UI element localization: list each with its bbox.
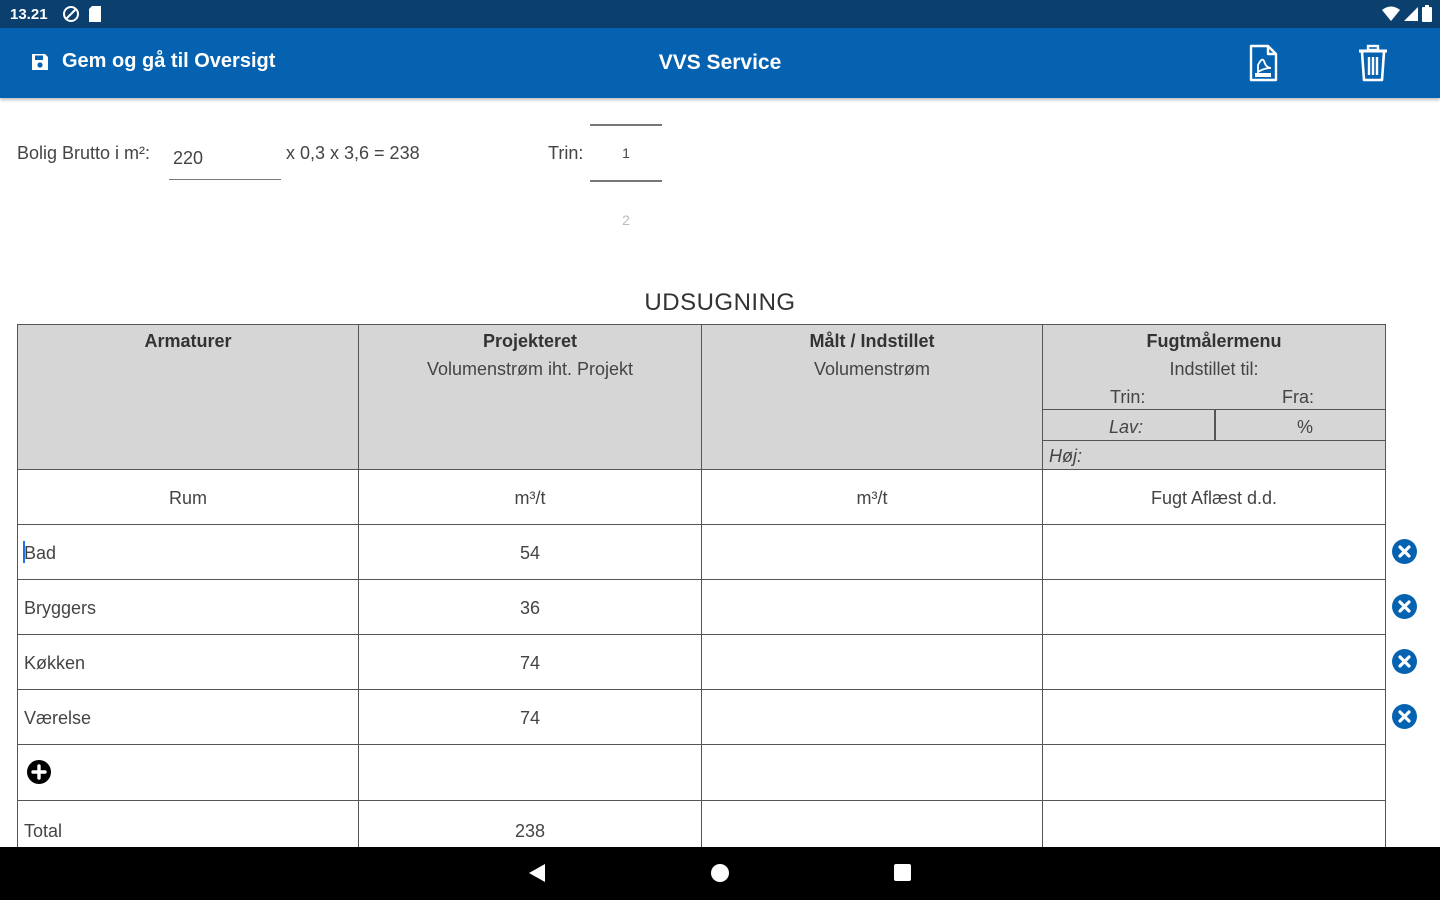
row-rum: Værelse xyxy=(24,708,92,728)
battery-icon xyxy=(1422,5,1432,22)
pdf-button[interactable] xyxy=(1246,44,1280,82)
unit-rum: Rum xyxy=(17,469,359,525)
delete-button[interactable] xyxy=(1356,44,1390,82)
unit-projekteret: m³/t xyxy=(358,469,702,525)
table-row-maalt-cell[interactable] xyxy=(701,524,1043,580)
table-row-projekteret-cell[interactable]: 54 xyxy=(358,524,702,580)
table-row-fugt-cell[interactable] xyxy=(1042,524,1386,580)
save-and-overview-button[interactable]: Gem og gå til Oversigt xyxy=(30,50,275,73)
row-rum: Bryggers xyxy=(24,598,97,618)
add-row-empty-cell xyxy=(358,744,702,801)
table-row-projekteret-cell[interactable]: 74 xyxy=(358,689,702,745)
recent-apps-icon[interactable] xyxy=(894,864,911,881)
fugt-vertical-divider xyxy=(1214,410,1216,440)
unit-maalt-text: m³/t xyxy=(856,488,888,508)
save-label: Gem og gå til Oversigt xyxy=(62,50,276,72)
udsugning-table: Armaturer Projekteret Volumenstrøm iht. … xyxy=(17,324,1386,860)
trin-next-value[interactable]: 2 xyxy=(590,212,662,228)
pdf-icon xyxy=(1249,44,1278,82)
total-label: Total xyxy=(24,821,63,841)
header-projekteret-sub: Volumenstrøm iht. Projekt xyxy=(426,359,634,379)
unit-rum-text: Rum xyxy=(168,488,207,508)
add-row-empty-cell xyxy=(1042,744,1386,801)
table-row-rum-cell[interactable]: Bad xyxy=(17,524,359,580)
delete-row-icon[interactable] xyxy=(1391,648,1418,675)
row-rum: Bad xyxy=(24,543,57,563)
trin-number-picker[interactable]: 1 xyxy=(590,124,662,182)
signal-icon xyxy=(1404,6,1418,21)
table-row-projekteret-cell[interactable]: 36 xyxy=(358,579,702,635)
unit-projekteret-text: m³/t xyxy=(514,488,546,508)
table-row-maalt-cell[interactable] xyxy=(701,634,1043,690)
status-right-icons xyxy=(1382,5,1432,22)
table-row-fugt-cell[interactable] xyxy=(1042,634,1386,690)
row-projekteret: 74 xyxy=(519,708,541,728)
add-row-button[interactable] xyxy=(26,759,52,785)
total-projekteret: 238 xyxy=(514,821,546,841)
home-icon[interactable] xyxy=(711,864,729,882)
table-row-fugt-cell[interactable] xyxy=(1042,579,1386,635)
data-saver-icon xyxy=(63,6,79,22)
trin-label: Trin: xyxy=(548,143,584,163)
header-armaturer: Armaturer xyxy=(17,324,359,470)
header-fugt-sub: Indstillet til: xyxy=(1169,359,1259,379)
header-projekteret-title: Projekteret xyxy=(482,331,578,351)
unit-fugt: Fugt Aflæst d.d. xyxy=(1042,469,1386,525)
table-row-maalt-cell[interactable] xyxy=(701,579,1043,635)
table-row-fugt-cell[interactable] xyxy=(1042,689,1386,745)
back-icon[interactable] xyxy=(528,863,546,883)
row-projekteret: 54 xyxy=(519,543,541,563)
bolig-brutto-input[interactable] xyxy=(169,138,281,180)
header-fugt-title: Fugtmålermenu xyxy=(1146,331,1282,351)
header-maalt: Målt / Indstillet Volumenstrøm xyxy=(701,324,1043,470)
delete-row-icon[interactable] xyxy=(1391,703,1418,730)
table-row-maalt-cell[interactable] xyxy=(701,689,1043,745)
table-row-rum-cell[interactable]: Bryggers xyxy=(17,579,359,635)
unit-fugt-text: Fugt Aflæst d.d. xyxy=(1150,488,1278,508)
bolig-brutto-label: Bolig Brutto i m²: xyxy=(17,143,151,163)
header-maalt-title: Målt / Indstillet xyxy=(809,331,935,351)
wifi-icon xyxy=(1382,6,1400,21)
header-maalt-sub: Volumenstrøm xyxy=(813,359,931,379)
fugt-hoj-label: Høj: xyxy=(1049,446,1082,466)
row-projekteret: 74 xyxy=(519,653,541,673)
add-row-empty-cell xyxy=(701,744,1043,801)
status-time: 13.21 xyxy=(10,6,48,23)
row-rum: Køkken xyxy=(24,653,86,673)
header-projekteret: Projekteret Volumenstrøm iht. Projekt xyxy=(358,324,702,470)
delete-row-icon[interactable] xyxy=(1391,538,1418,565)
trin-selected-value: 1 xyxy=(622,145,630,161)
sd-card-icon xyxy=(89,6,101,22)
add-row-cell xyxy=(17,744,359,801)
save-icon xyxy=(32,53,48,70)
table-row-rum-cell[interactable]: Køkken xyxy=(17,634,359,690)
row-projekteret: 36 xyxy=(519,598,541,618)
unit-maalt: m³/t xyxy=(701,469,1043,525)
fugt-lav-label: Lav: xyxy=(1109,417,1144,437)
navigation-bar xyxy=(0,847,1440,900)
fugt-divider-2 xyxy=(1043,440,1385,441)
fugt-fra-label: Fra: xyxy=(1282,387,1315,407)
trash-icon xyxy=(1359,44,1387,82)
status-left-icons xyxy=(62,5,102,23)
app-bar: Gem og gå til Oversigt VVS Service xyxy=(0,28,1440,98)
delete-row-icon[interactable] xyxy=(1391,593,1418,620)
table-row-rum-cell[interactable]: Værelse xyxy=(17,689,359,745)
fugt-percent-label: % xyxy=(1297,417,1314,437)
volume-formula: x 0,3 x 3,6 = 238 xyxy=(286,143,420,163)
fugt-trin-label: Trin: xyxy=(1110,387,1146,407)
header-fugt: Fugtmålermenu Indstillet til: Trin: Fra:… xyxy=(1042,324,1386,470)
table-row-projekteret-cell[interactable]: 74 xyxy=(358,634,702,690)
section-title: UDSUGNING xyxy=(644,289,796,316)
status-bar: 13.21 xyxy=(0,0,1440,28)
header-armaturer-title: Armaturer xyxy=(144,331,232,351)
